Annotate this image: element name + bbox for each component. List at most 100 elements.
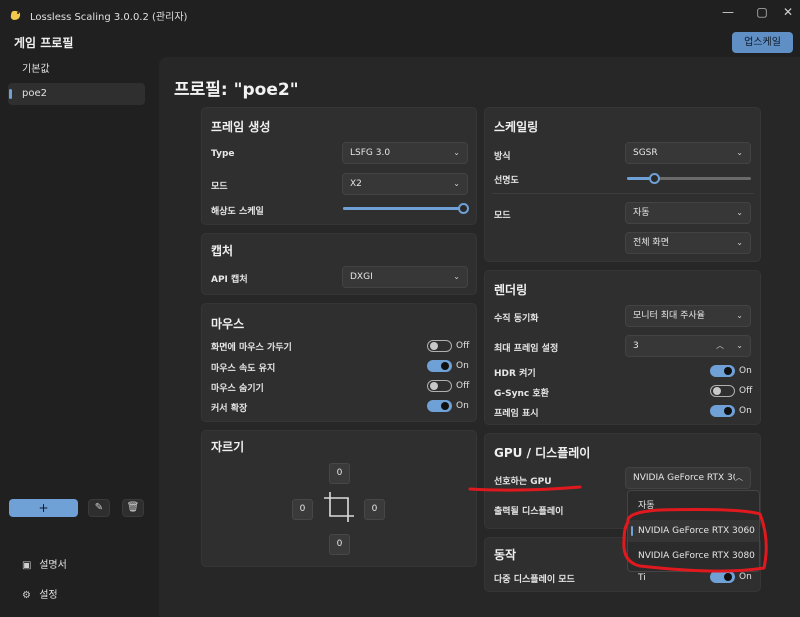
gear-icon: ⚙ [22, 590, 31, 601]
hdr-toggle[interactable] [710, 365, 735, 377]
sidebar-item-default[interactable]: 기본값 [8, 59, 145, 81]
gsync-state: Off [739, 386, 753, 396]
preferred-gpu-select[interactable]: NVIDIA GeForce RTX 30 ︿ [625, 467, 751, 489]
scaling-mode-label: 모드 [494, 211, 511, 221]
mouse-title: 마우스 [211, 317, 245, 331]
vsync-label: 수직 동기화 [494, 314, 539, 324]
chevron-down-icon: ⌄ [736, 238, 743, 247]
sidebar-item-label: 기본값 [22, 64, 50, 75]
gpu-option-auto[interactable]: 자동 [628, 495, 759, 517]
sidebar-item-poe2[interactable]: poe2 [8, 83, 145, 105]
manual-label: 설명서 [39, 560, 67, 571]
app-logo-icon [10, 10, 21, 20]
gpu-dropdown-list: 자동 NVIDIA GeForce RTX 3060 NVIDIA GeForc… [627, 490, 760, 583]
chevron-down-icon: ⌄ [736, 311, 743, 320]
multi-display-state: On [739, 572, 752, 582]
toggle-knob [724, 407, 732, 415]
chevron-down-icon: ⌄ [453, 179, 460, 188]
scaling-title: 스케일링 [494, 120, 539, 134]
add-profile-button[interactable]: + [9, 499, 78, 517]
frame-show-label: 프레임 표시 [494, 409, 539, 419]
type-value: LSFG 3.0 [350, 148, 391, 158]
api-capture-select[interactable]: DXGI ⌄ [342, 266, 468, 288]
frame-gen-title: 프레임 생성 [211, 120, 271, 134]
action-title: 동작 [494, 548, 517, 562]
vsync-select[interactable]: 모니터 최대 주사율 ⌄ [625, 305, 751, 327]
scaling-fit-value: 전체 화면 [633, 238, 669, 248]
toggle-knob [724, 573, 732, 581]
scaling-method-select[interactable]: SGSR ⌄ [625, 142, 751, 164]
chevron-down-icon: ⌄ [736, 148, 743, 157]
profile-title: 프로필: "poe2" [174, 80, 299, 100]
settings-label: 설정 [39, 590, 58, 601]
crop-right-input[interactable]: 0 [364, 499, 385, 520]
crop-bottom-input[interactable]: 0 [329, 534, 350, 555]
chevron-down-icon[interactable]: ⌄ [736, 336, 743, 356]
gpu-option-3060[interactable]: NVIDIA GeForce RTX 3060 [628, 520, 759, 542]
max-frame-stepper[interactable]: 3 ︿ ⌄ [625, 335, 751, 357]
scaling-fit-select[interactable]: 전체 화면 ⌄ [625, 232, 751, 254]
multi-display-label: 다중 디스플레이 모드 [494, 575, 575, 585]
res-scale-fill [343, 207, 463, 210]
book-icon: ▣ [22, 560, 32, 571]
preferred-gpu-value: NVIDIA GeForce RTX 30 [633, 473, 739, 483]
maximize-button[interactable]: ▢ [752, 4, 772, 20]
mouse-speed-state: On [456, 361, 469, 371]
manual-link[interactable]: ▣ 설명서 [22, 556, 67, 571]
mouse-hide-state: Off [456, 381, 470, 391]
sharpness-slider[interactable] [648, 173, 660, 184]
edit-profile-button[interactable]: ✎ [88, 499, 110, 517]
crop-title: 자르기 [211, 440, 245, 454]
window-title: Lossless Scaling 3.0.0.2 (관리자) [30, 12, 188, 23]
toggle-knob [441, 362, 449, 370]
delete-profile-button[interactable]: 🗑 [122, 499, 144, 517]
crop-top-input[interactable]: 0 [329, 463, 350, 484]
cursor-expand-toggle[interactable] [427, 400, 452, 412]
rendering-title: 렌더링 [494, 283, 528, 297]
mouse-hide-label: 마우스 숨기기 [211, 384, 264, 394]
scaling-method-value: SGSR [633, 148, 658, 158]
mode-label: 모드 [211, 182, 228, 192]
mouse-lock-toggle[interactable] [427, 340, 452, 352]
res-scale-label: 해상도 스케일 [211, 207, 264, 217]
mouse-hide-toggle[interactable] [427, 380, 452, 392]
settings-link[interactable]: ⚙ 설정 [22, 586, 58, 601]
cursor-expand-state: On [456, 401, 469, 411]
chevron-down-icon: ⌄ [453, 148, 460, 157]
selected-indicator [9, 89, 12, 99]
gsync-toggle[interactable] [710, 385, 735, 397]
upscale-button[interactable]: 업스케일 [732, 32, 793, 53]
chevron-up-icon: ︿ [735, 468, 743, 488]
scaling-mode-value: 자동 [633, 208, 650, 218]
frame-show-toggle[interactable] [710, 405, 735, 417]
gpu-title: GPU / 디스플레이 [494, 446, 591, 460]
page-heading: 게임 프로필 [14, 36, 74, 50]
toggle-knob [724, 367, 732, 375]
mouse-speed-toggle[interactable] [427, 360, 452, 372]
gpu-option-3080ti[interactable]: NVIDIA GeForce RTX 3080 Ti [628, 545, 759, 583]
multi-display-toggle[interactable] [710, 571, 735, 583]
mouse-lock-state: Off [456, 341, 470, 351]
toggle-knob [430, 382, 438, 390]
crop-left-input[interactable]: 0 [292, 499, 313, 520]
mode-select[interactable]: X2 ⌄ [342, 173, 468, 195]
res-scale-slider[interactable] [457, 203, 469, 214]
vsync-value: 모니터 최대 주사율 [633, 311, 705, 321]
type-select[interactable]: LSFG 3.0 ⌄ [342, 142, 468, 164]
close-button[interactable]: ✕ [778, 4, 798, 20]
capture-title: 캡처 [211, 244, 234, 258]
minimize-button[interactable]: — [718, 4, 738, 20]
hdr-label: HDR 켜기 [494, 369, 536, 379]
mouse-lock-label: 화면에 마우스 가두기 [211, 343, 292, 353]
max-frame-label: 최대 프레임 설정 [494, 344, 559, 354]
preferred-gpu-label: 선호하는 GPU [494, 477, 552, 487]
scaling-mode-select[interactable]: 자동 ⌄ [625, 202, 751, 224]
chevron-up-icon[interactable]: ︿ [716, 336, 724, 356]
chevron-down-icon: ⌄ [453, 272, 460, 281]
scaling-method-label: 방식 [494, 152, 511, 162]
api-capture-value: DXGI [350, 272, 373, 282]
max-frame-value: 3 [633, 341, 639, 351]
toggle-knob [441, 402, 449, 410]
toggle-knob [430, 342, 438, 350]
type-label: Type [211, 149, 235, 159]
